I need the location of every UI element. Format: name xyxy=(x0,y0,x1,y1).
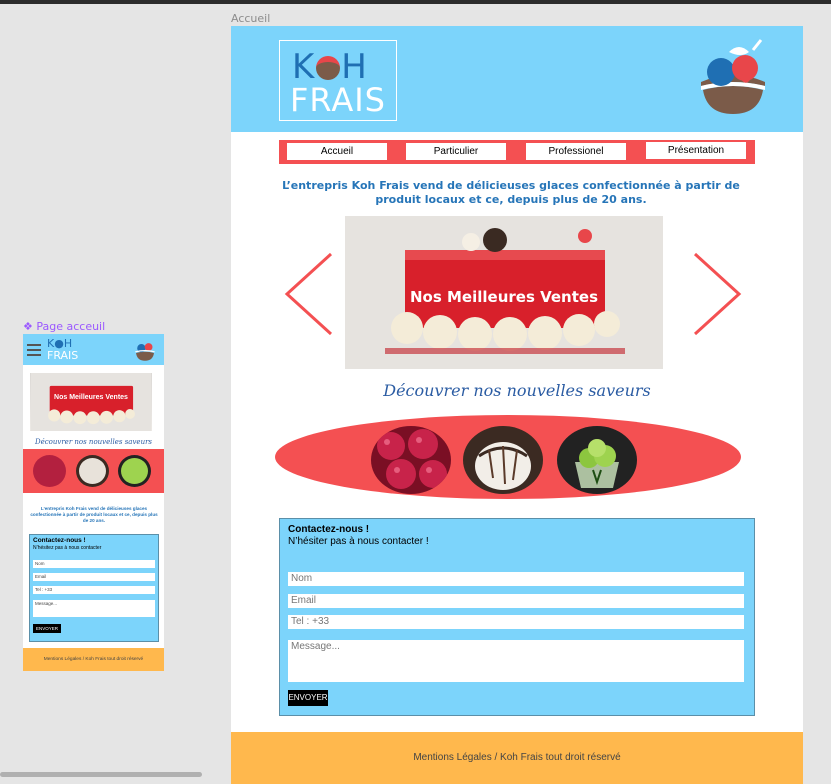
raspberry-icon[interactable] xyxy=(33,455,66,487)
tel-field[interactable]: Tel : +33 xyxy=(288,615,744,629)
mobile-contact-subtitle: N’hésitez pas à nous contacter xyxy=(33,545,102,551)
mobile-email-field[interactable]: Email xyxy=(33,573,155,581)
mobile-tel-field[interactable]: Tel : +33 xyxy=(33,586,155,594)
name-field[interactable]: Nom xyxy=(288,572,744,586)
chocolate-cream-icon[interactable] xyxy=(463,426,543,494)
mobile-frame-label[interactable]: ❖ Page acceuil xyxy=(23,320,105,333)
mobile-logo-frais: FRAIS xyxy=(47,349,79,362)
mobile-contact-form: Contactez-nous ! N’hésitez pas à nous co… xyxy=(29,534,159,642)
mobile-discover-heading: Découvrer nos nouvelles saveurs xyxy=(34,438,153,446)
carousel-title: Nos Meilleures Ventes xyxy=(409,288,599,306)
logo-o-icon xyxy=(316,56,341,80)
discover-heading: Découvrer nos nouvelles saveurs xyxy=(383,381,651,400)
nav-particulier[interactable]: Particulier xyxy=(406,143,506,160)
menu-icon[interactable] xyxy=(27,344,41,356)
intro-text: L’entrepris Koh Frais vend de délicieuse… xyxy=(282,179,740,206)
mobile-intro-text: L’entrepris Koh Frais vend de délicieuse… xyxy=(30,506,158,523)
mobile-contact-title: Contactez-nous ! xyxy=(33,537,86,544)
contact-title: Contactez-nous ! xyxy=(288,524,370,535)
mobile-carousel-image[interactable]: Nos Meilleures Ventes xyxy=(30,373,152,431)
mobile-name-field[interactable]: Nom xyxy=(33,560,155,568)
matcha-sundae-icon[interactable] xyxy=(118,455,151,487)
mobile-message-field[interactable]: Message... xyxy=(33,600,155,617)
site-footer[interactable]: Mentions Légales / Koh Frais tout droit … xyxy=(231,732,803,784)
editor-topbar xyxy=(0,0,831,4)
chocolate-cream-icon[interactable] xyxy=(76,455,109,487)
main-nav: Accueil Particulier Professionel Présent… xyxy=(279,140,755,164)
best-sellers-carousel-image[interactable]: Nos Meilleures Ventes xyxy=(345,216,663,369)
chevron-right-icon[interactable] xyxy=(691,252,743,336)
ice-cream-bowl-icon xyxy=(701,39,765,114)
desktop-frame-label[interactable]: Accueil xyxy=(231,12,270,25)
site-header: KH FRAIS xyxy=(231,26,803,132)
mobile-header: K●H FRAIS xyxy=(23,334,164,365)
nav-professionel[interactable]: Professionel xyxy=(526,143,626,160)
send-button[interactable]: ENVOYER xyxy=(288,690,328,706)
contact-form: Contactez-nous ! N’hésiter pas à nous co… xyxy=(279,518,755,716)
raspberry-icon[interactable] xyxy=(371,426,451,494)
chevron-left-icon[interactable] xyxy=(283,252,335,336)
contact-subtitle: N’hésiter pas à nous contacter ! xyxy=(288,536,429,547)
email-field[interactable]: Email xyxy=(288,594,744,608)
nav-accueil[interactable]: Accueil xyxy=(287,143,387,160)
horizontal-scrollbar[interactable] xyxy=(0,772,202,777)
site-logo[interactable]: KH FRAIS xyxy=(279,40,397,121)
mobile-frame: K●H FRAIS Nos Meilleures Ventes Découvre… xyxy=(23,334,164,671)
matcha-sundae-icon[interactable] xyxy=(557,426,637,494)
nav-presentation[interactable]: Présentation xyxy=(646,142,746,159)
logo-frais-text: FRAIS xyxy=(290,81,386,119)
mobile-send-button[interactable]: ENVOYER xyxy=(33,624,61,633)
desktop-frame: KH FRAIS Accueil Particulier Professione… xyxy=(231,26,803,784)
mobile-carousel-title: Nos Meilleures Ventes xyxy=(54,394,128,401)
message-field[interactable]: Message... xyxy=(288,640,744,682)
ice-cream-bowl-icon xyxy=(135,343,155,361)
mobile-footer[interactable]: Mentions Légales / Koh Frais tout droit … xyxy=(23,648,164,671)
